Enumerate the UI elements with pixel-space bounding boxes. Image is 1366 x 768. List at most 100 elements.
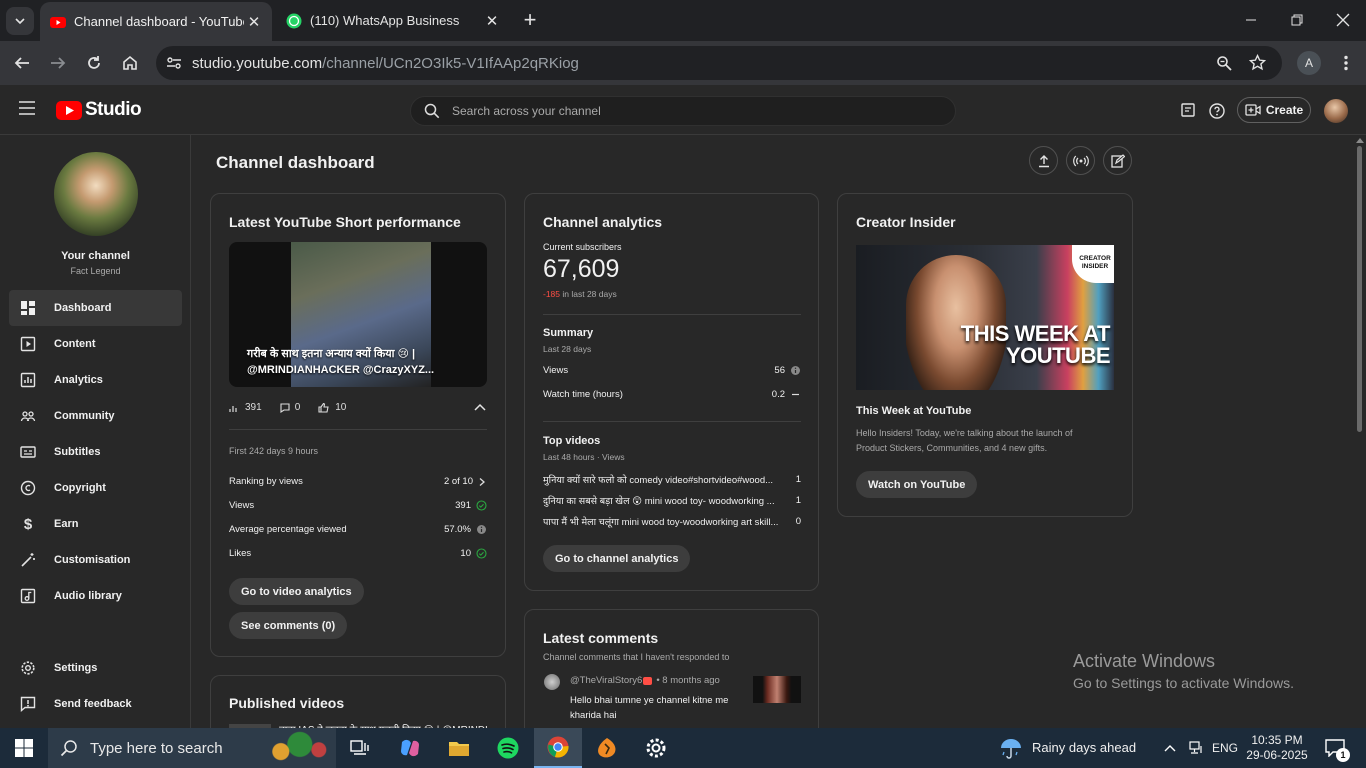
- account-avatar[interactable]: [1324, 99, 1348, 123]
- dashboard-icon: [19, 299, 37, 317]
- close-window-icon[interactable]: [1320, 0, 1366, 40]
- restore-icon[interactable]: [1274, 0, 1320, 40]
- watch-on-youtube-button[interactable]: Watch on YouTube: [856, 471, 978, 498]
- chrome-taskbar-button[interactable]: [534, 728, 582, 768]
- sidebar-item-label: Subtitles: [54, 446, 101, 458]
- channel-search-input[interactable]: Search across your channel: [410, 96, 956, 126]
- site-info-icon[interactable]: [166, 55, 182, 71]
- top-video-row[interactable]: पापा मैं भी मेला चलूंगा mini wood toy-wo…: [543, 515, 801, 528]
- back-icon[interactable]: [8, 49, 36, 77]
- home-icon[interactable]: [116, 49, 144, 77]
- comment-video-thumbnail[interactable]: [753, 676, 801, 703]
- close-tab-icon[interactable]: ✕: [244, 12, 264, 32]
- settings-gear-icon[interactable]: [640, 732, 672, 764]
- comment-icon: [280, 402, 290, 413]
- insider-video-title[interactable]: This Week at YouTube: [856, 405, 971, 417]
- new-tab-icon[interactable]: +: [518, 7, 542, 32]
- language-indicator[interactable]: ENG: [1212, 741, 1238, 755]
- url-text: studio.youtube.com/channel/UCn2O3Ik5-V1I…: [192, 55, 579, 72]
- page-title: Channel dashboard: [216, 153, 375, 172]
- minimize-icon[interactable]: [1228, 0, 1274, 40]
- profile-avatar[interactable]: A: [1297, 51, 1321, 75]
- comment-author[interactable]: @TheViralStory6: [570, 675, 642, 686]
- reload-icon[interactable]: [80, 49, 108, 77]
- create-button[interactable]: Create: [1237, 97, 1311, 123]
- sidebar-item-customisation[interactable]: Customisation: [9, 542, 182, 578]
- sidebar-item-audio-library[interactable]: Audio library: [9, 578, 182, 614]
- metric-label: Ranking by views: [229, 476, 303, 487]
- taskbar-search-text: Type here to search: [90, 739, 223, 757]
- scroll-up-arrow-icon[interactable]: [1356, 137, 1364, 143]
- short-thumbnail[interactable]: गरीब के साथ इतना अन्याय क्यों किया 😢 | @…: [229, 242, 487, 387]
- chevron-up-icon[interactable]: [1156, 732, 1184, 764]
- sidebar-item-copyright[interactable]: Copyright: [9, 470, 182, 506]
- settings-icon: [19, 659, 37, 677]
- youtube-logo-icon: [56, 100, 82, 120]
- tab-whatsapp[interactable]: (110) WhatsApp Business ✕: [276, 0, 510, 41]
- sidebar-item-analytics[interactable]: Analytics: [9, 362, 182, 398]
- forward-icon[interactable]: [44, 49, 72, 77]
- check-circle-icon: [476, 548, 487, 559]
- subtitles-icon[interactable]: [1181, 103, 1195, 118]
- metric-row: Views 391: [229, 500, 487, 511]
- metric-row[interactable]: Ranking by views 2 of 10: [229, 476, 487, 487]
- address-bar[interactable]: studio.youtube.com/channel/UCn2O3Ik5-V1I…: [156, 46, 1282, 80]
- studio-logo[interactable]: Studio: [56, 99, 142, 121]
- zoom-icon[interactable]: [1216, 55, 1232, 71]
- sidebar-item-label: Copyright: [54, 482, 106, 494]
- weather-text[interactable]: Rainy days ahead: [1032, 740, 1136, 755]
- close-tab-icon[interactable]: ✕: [482, 11, 502, 31]
- sidebar-item-content[interactable]: Content: [9, 326, 182, 362]
- delta-value: -185: [543, 289, 561, 299]
- go-to-video-analytics-button[interactable]: Go to video analytics: [229, 578, 364, 605]
- task-view-icon[interactable]: [344, 732, 376, 764]
- top-video-title: पापा मैं भी मेला चलूंगा mini wood toy-wo…: [543, 517, 779, 528]
- go-live-button[interactable]: [1066, 146, 1095, 175]
- chevron-up-icon[interactable]: [474, 403, 486, 411]
- sidebar-item-dashboard[interactable]: Dashboard: [9, 290, 182, 326]
- upload-button[interactable]: [1029, 146, 1058, 175]
- taskbar-search-box[interactable]: Type here to search: [48, 728, 336, 768]
- divider: [543, 314, 801, 315]
- tab-search-button[interactable]: [6, 7, 34, 35]
- sidebar-item-settings[interactable]: Settings: [9, 650, 182, 686]
- top-videos-period: Last 48 hours · Views: [543, 452, 625, 462]
- taskbar-clock[interactable]: 10:35 PM 29-06-2025: [1246, 733, 1308, 763]
- create-post-button[interactable]: [1103, 146, 1132, 175]
- fl-studio-icon[interactable]: [591, 732, 623, 764]
- broadcast-icon: [1072, 155, 1089, 166]
- page-scrollbar[interactable]: [1357, 146, 1362, 432]
- sidebar-item-community[interactable]: Community: [9, 398, 182, 434]
- channel-title: Your channel: [61, 250, 130, 262]
- sidebar-item-label: Analytics: [54, 374, 103, 386]
- latest-short-card: Latest YouTube Short performance गरीब के…: [210, 193, 506, 657]
- network-icon[interactable]: [1182, 732, 1210, 764]
- spotify-icon[interactable]: [492, 732, 524, 764]
- copilot-icon[interactable]: [394, 732, 426, 764]
- sidebar-item-send-feedback[interactable]: Send feedback: [9, 686, 182, 722]
- go-to-channel-analytics-button[interactable]: Go to channel analytics: [543, 545, 691, 572]
- sidebar-item-label: Dashboard: [54, 302, 112, 314]
- comment-meta: @TheViralStory6 • 8 months ago: [570, 675, 720, 686]
- hamburger-menu-icon[interactable]: [18, 101, 36, 115]
- insider-thumbnail[interactable]: CREATOR INSIDER THIS WEEK AT YOUTUBE: [856, 245, 1114, 390]
- top-video-row[interactable]: मुनिया क्यों सारे फलो को comedy video#sh…: [543, 473, 801, 486]
- metric-label: Views: [229, 500, 255, 511]
- customisation-icon: [19, 551, 37, 569]
- channel-avatar[interactable]: [54, 152, 138, 236]
- tab-title: (110) WhatsApp Business: [310, 13, 460, 28]
- see-comments-button[interactable]: See comments (0): [229, 612, 348, 639]
- file-explorer-icon[interactable]: [443, 732, 475, 764]
- sidebar-item-subtitles[interactable]: Subtitles: [9, 434, 182, 470]
- bookmark-star-icon[interactable]: [1249, 54, 1266, 71]
- channel-analytics-card: Channel analytics Current subscribers 67…: [524, 193, 819, 591]
- sidebar-item-earn[interactable]: $ Earn: [9, 506, 182, 542]
- help-icon[interactable]: [1209, 103, 1225, 119]
- tab-youtube-studio[interactable]: Channel dashboard - YouTube S ✕: [40, 2, 272, 41]
- activate-windows-watermark: Activate Windows Go to Settings to activ…: [1073, 651, 1294, 691]
- top-video-row[interactable]: दुनिया का सबसे बड़ा खेल 😲 mini wood toy-…: [543, 494, 801, 507]
- browser-menu-icon[interactable]: [1332, 49, 1360, 77]
- commenter-avatar[interactable]: [544, 674, 560, 690]
- weather-umbrella-icon[interactable]: [996, 732, 1026, 764]
- windows-start-icon[interactable]: [8, 732, 40, 764]
